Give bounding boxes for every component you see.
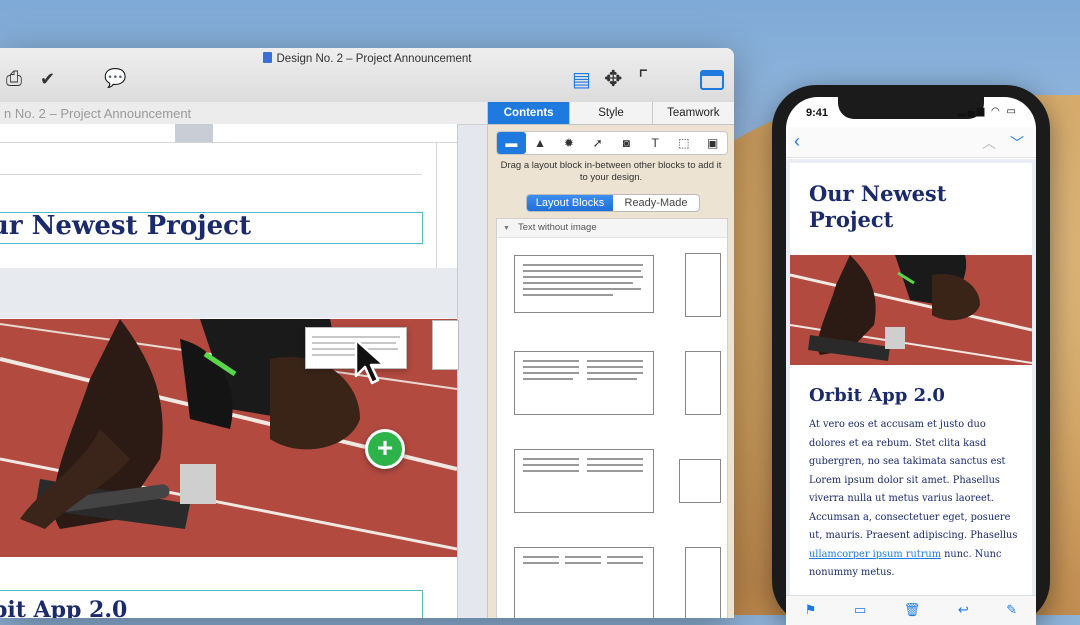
app-window: Design No. 2 – Project Announcement ⎙ ✔ … <box>0 48 734 618</box>
layout-block-option[interactable] <box>514 449 654 513</box>
review-chat-icon[interactable]: 💬 <box>104 68 126 89</box>
tab-style[interactable]: Style <box>570 102 653 124</box>
layout-block-icon[interactable]: ▬ <box>497 132 526 154</box>
status-icons: ▂▄▆ ◠ ▭ <box>957 106 1018 117</box>
narrow-block-option[interactable] <box>679 459 721 503</box>
image-icon[interactable]: ▣ <box>698 132 727 154</box>
ruler-icon[interactable]: ⌜ <box>638 66 648 92</box>
mail-content: Our Newest Project Orbit App 2.0 At vero… <box>786 159 1036 625</box>
disclosure-triangle-icon: ▼ <box>503 225 510 232</box>
check-icon[interactable]: ✔ <box>40 69 55 90</box>
divider <box>0 142 457 143</box>
mail-navbar: ‹ ︿ ﹀ <box>786 127 1036 158</box>
back-chevron-icon[interactable]: ‹ <box>794 131 800 152</box>
move-arrows-icon[interactable]: ✥ <box>604 66 622 92</box>
narrow-block-option[interactable] <box>685 547 721 618</box>
layout-block-option[interactable] <box>514 351 654 415</box>
folder-icon[interactable]: ▭ <box>854 596 866 625</box>
mail-heading-orbit-app: Orbit App 2.0 <box>809 385 945 406</box>
layout-blocks-list: ▼ Text without image <box>496 218 728 618</box>
iphone-screen: 9:41 ▂▄▆ ◠ ▭ ‹ ︿ ﹀ Our Newest Project Or… <box>786 97 1036 625</box>
rocket-icon[interactable]: ➚ <box>583 132 612 154</box>
text-icon[interactable]: T <box>641 132 670 154</box>
divider <box>0 174 422 175</box>
narrow-block-option[interactable] <box>685 351 721 415</box>
reply-icon[interactable]: ↩ <box>958 596 969 625</box>
flag-icon[interactable]: ⚑ <box>805 596 817 625</box>
window-title: Design No. 2 – Project Announcement <box>0 52 734 65</box>
photo-icon[interactable]: ◙ <box>612 132 641 154</box>
canvas-heading-newest-project[interactable]: ur Newest Project <box>0 212 423 244</box>
layout-block-option[interactable] <box>514 255 654 313</box>
chevron-down-icon[interactable]: ﹀ <box>1010 133 1024 153</box>
chevron-up-icon[interactable]: ︿ <box>982 133 996 153</box>
divider <box>436 142 437 268</box>
mail-bottom-toolbar: ⚑ ▭ 🗑 ↩ ✎ <box>786 595 1036 625</box>
export-icon[interactable]: ⎙ <box>6 68 22 91</box>
add-block-plus-icon: + <box>365 429 405 469</box>
status-time: 9:41 <box>806 107 829 119</box>
track-runner-illustration <box>790 255 1032 365</box>
shape-icon[interactable]: ▲ <box>526 132 555 154</box>
drag-hint-text: Drag a layout block in-between other blo… <box>500 160 722 183</box>
iphone-device: 9:41 ▂▄▆ ◠ ▭ ‹ ︿ ﹀ Our Newest Project Or… <box>772 85 1050 625</box>
image-placeholder-icon <box>175 124 213 142</box>
narrow-block-option[interactable] <box>685 253 721 317</box>
document-icon <box>262 52 272 63</box>
block-type-segmented-control: Layout Blocks Ready-Made <box>526 194 700 212</box>
tab-teamwork[interactable]: Teamwork <box>653 102 734 124</box>
section-header[interactable]: ▼ Text without image <box>497 219 727 238</box>
segment-layout-blocks[interactable]: Layout Blocks <box>527 195 613 211</box>
content-type-toolbar: ▬ ▲ ✹ ➚ ◙ T ⬚ ▣ <box>496 131 728 155</box>
inspector-sidebar: Contents Style Teamwork ▬ ▲ ✹ ➚ ◙ T ⬚ ▣ … <box>487 102 734 618</box>
canvas-tab[interactable]: n No. 2 – Project Announcement <box>0 102 487 125</box>
layout-block-option[interactable] <box>514 547 654 618</box>
segment-ready-made[interactable]: Ready-Made <box>613 195 699 211</box>
design-page: ur Newest Project bit App 2.0 <box>0 124 458 618</box>
newsletter-card: Our Newest Project Orbit App 2.0 At vero… <box>790 163 1032 623</box>
tab-contents[interactable]: Contents <box>488 102 571 124</box>
sidebar-tabs: Contents Style Teamwork <box>488 102 734 125</box>
window-toolbar: Design No. 2 – Project Announcement ⎙ ✔ … <box>0 48 734 103</box>
sidebar-toggle-icon[interactable] <box>700 70 724 90</box>
mail-body-text: At vero eos et accusam et justo duo dolo… <box>809 419 1018 578</box>
drop-zone[interactable] <box>0 268 457 318</box>
badge-icon[interactable]: ✹ <box>555 132 584 154</box>
mail-heading-newest-project: Our Newest Project <box>809 181 947 232</box>
compose-icon[interactable]: ✎ <box>1006 596 1017 625</box>
canvas-heading-orbit-app[interactable]: bit App 2.0 <box>0 590 423 618</box>
design-canvas[interactable]: n No. 2 – Project Announcement ur Newest… <box>0 102 487 618</box>
trash-icon[interactable]: 🗑 <box>904 596 921 625</box>
selection-icon[interactable]: ⬚ <box>670 132 699 154</box>
mouse-cursor-icon <box>354 338 386 385</box>
mail-runner-photo <box>790 255 1032 365</box>
layout-view-icon[interactable]: ▤ <box>572 67 591 92</box>
ullamcorper-link[interactable]: ullamcorper ipsum rutrum <box>809 549 941 560</box>
narrow-block-preview <box>432 320 459 370</box>
